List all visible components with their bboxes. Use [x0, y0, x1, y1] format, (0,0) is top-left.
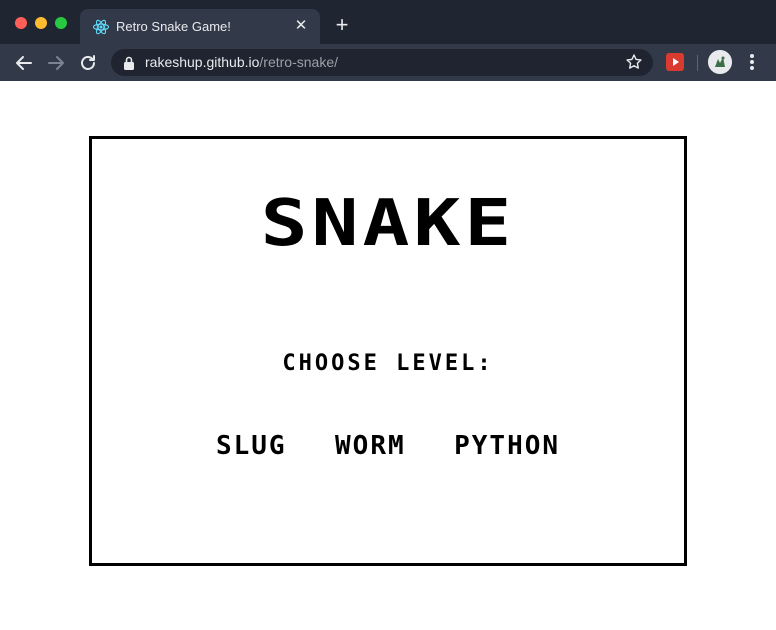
- menu-dot-icon: [750, 54, 754, 58]
- window-close-button[interactable]: [15, 17, 27, 29]
- tab-retro-snake[interactable]: Retro Snake Game! ✕: [80, 9, 320, 44]
- tab-close-icon[interactable]: ✕: [292, 17, 310, 35]
- address-bar[interactable]: rakeshup.github.io/retro-snake/: [111, 49, 653, 76]
- lock-icon: [122, 55, 136, 71]
- menu-dot-icon: [750, 66, 754, 70]
- react-atom-icon: [92, 18, 110, 36]
- bookmark-star-icon[interactable]: [625, 53, 643, 71]
- back-button[interactable]: [13, 52, 35, 74]
- new-tab-button[interactable]: +: [332, 14, 352, 36]
- window-maximize-button[interactable]: [55, 17, 67, 29]
- level-options: SLUG WORM PYTHON: [92, 431, 684, 461]
- window-minimize-button[interactable]: [35, 17, 47, 29]
- toolbar-divider: [697, 55, 698, 71]
- forward-button[interactable]: [45, 52, 67, 74]
- extension-button[interactable]: [666, 53, 684, 71]
- browser-window: Retro Snake Game! ✕ + rakeshup.github.io…: [0, 0, 776, 630]
- level-worm-button[interactable]: WORM: [335, 431, 406, 461]
- url-text: rakeshup.github.io/retro-snake/: [145, 54, 338, 70]
- level-python-button[interactable]: PYTHON: [454, 431, 560, 461]
- arrow-left-icon: [16, 56, 32, 70]
- play-icon: [673, 58, 679, 66]
- tab-title: Retro Snake Game!: [116, 19, 231, 34]
- game-title: SNAKE: [260, 186, 516, 261]
- reload-icon: [81, 55, 95, 70]
- choose-level-label: CHOOSE LEVEL:: [282, 351, 494, 376]
- profile-avatar-icon: [708, 50, 732, 74]
- tab-strip: Retro Snake Game! ✕ +: [0, 0, 776, 44]
- menu-dot-icon: [750, 60, 754, 64]
- url-host: rakeshup.github.io: [145, 54, 260, 70]
- game-board: SNAKE CHOOSE LEVEL: SLUG WORM PYTHON: [89, 136, 687, 566]
- profile-avatar[interactable]: [708, 50, 732, 74]
- reload-button[interactable]: [77, 52, 99, 74]
- page-content: SNAKE CHOOSE LEVEL: SLUG WORM PYTHON: [0, 81, 776, 630]
- browser-menu-button[interactable]: [745, 52, 759, 74]
- url-path: /retro-snake/: [259, 54, 339, 70]
- arrow-right-icon: [48, 56, 64, 70]
- browser-toolbar: rakeshup.github.io/retro-snake/: [0, 44, 776, 81]
- level-slug-button[interactable]: SLUG: [216, 431, 287, 461]
